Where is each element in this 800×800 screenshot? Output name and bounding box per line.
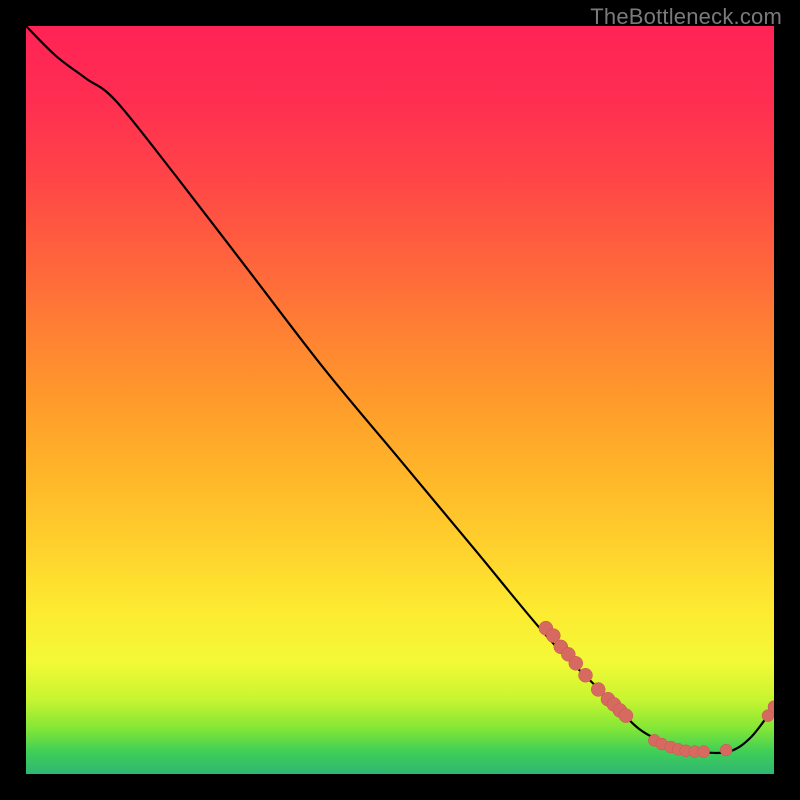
points-layer xyxy=(539,621,774,757)
data-point xyxy=(569,656,583,670)
data-point xyxy=(698,746,710,758)
curve-line xyxy=(26,26,774,753)
data-point xyxy=(579,668,593,682)
data-point xyxy=(720,744,732,756)
chart-frame: TheBottleneck.com xyxy=(0,0,800,800)
plot-svg xyxy=(26,26,774,774)
plot-area xyxy=(26,26,774,774)
data-point xyxy=(619,709,633,723)
watermark-text: TheBottleneck.com xyxy=(590,4,782,30)
